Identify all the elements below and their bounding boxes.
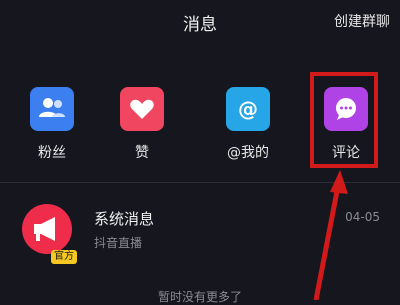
header: 消息 创建群聊 bbox=[0, 0, 400, 44]
message-time: 04-05 bbox=[345, 210, 380, 224]
official-badge: 官方 bbox=[51, 250, 77, 264]
comment-highlight-box bbox=[310, 72, 378, 168]
fans-icon bbox=[30, 87, 74, 131]
category-label: 赞 bbox=[135, 145, 149, 161]
at-icon: @ bbox=[226, 87, 270, 131]
category-likes[interactable]: 赞 bbox=[102, 82, 182, 172]
category-label: @我的 bbox=[227, 145, 269, 161]
no-more-note: 暂时没有更多了 bbox=[157, 290, 242, 304]
message-title: 系统消息 bbox=[94, 210, 155, 228]
message-subtitle: 抖音直播 bbox=[94, 236, 143, 250]
heart-icon bbox=[120, 87, 164, 131]
category-label: 粉丝 bbox=[38, 145, 66, 161]
svg-text:@: @ bbox=[238, 97, 258, 121]
category-mentions[interactable]: @ @我的 bbox=[208, 82, 288, 172]
category-fans[interactable]: 粉丝 bbox=[12, 82, 92, 172]
list-item-system-message[interactable]: 官方 系统消息 抖音直播 04-05 bbox=[0, 196, 400, 264]
avatar bbox=[22, 204, 72, 254]
divider bbox=[0, 182, 400, 183]
create-group-chat-button[interactable]: 创建群聊 bbox=[334, 11, 390, 31]
megaphone-icon bbox=[34, 217, 55, 241]
